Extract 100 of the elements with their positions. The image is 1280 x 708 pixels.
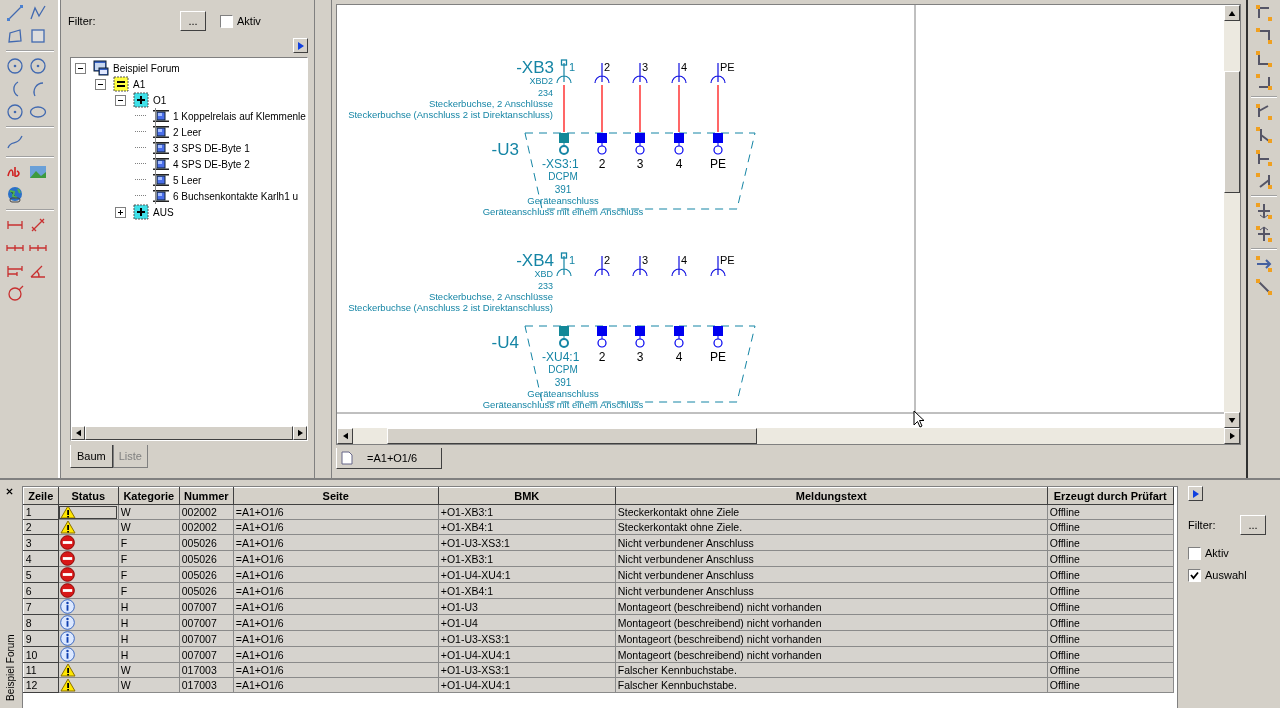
- horizontal-scrollbar[interactable]: [337, 428, 1240, 444]
- filter-button[interactable]: ...: [1240, 515, 1266, 535]
- plug-info: 233: [537, 281, 553, 291]
- collapse-button[interactable]: [75, 62, 86, 74]
- corner-connection-icon[interactable]: [1255, 73, 1273, 91]
- terminal-label: 3: [636, 157, 644, 171]
- line-icon[interactable]: [6, 4, 24, 22]
- expand-panel-button[interactable]: [293, 38, 308, 53]
- collapse-button[interactable]: [115, 94, 126, 106]
- device-tag: -U3: [491, 140, 519, 159]
- pin-label: 3: [642, 61, 649, 73]
- side-tab[interactable]: Beispiel Forum: [2, 628, 17, 708]
- tee-connection-icon[interactable]: [1255, 172, 1273, 190]
- terminal-label: 2: [598, 157, 606, 171]
- tree-item[interactable]: AUS: [152, 206, 175, 218]
- device-info: 391: [554, 184, 572, 195]
- warning-icon: [59, 505, 76, 519]
- circle-icon[interactable]: [29, 57, 47, 75]
- scroll-down-icon[interactable]: [1228, 417, 1236, 423]
- page-icon: [153, 156, 169, 172]
- tree-item[interactable]: 1 Koppelrelais auf Klemmenle: [172, 110, 307, 122]
- column-header[interactable]: Zeile: [23, 487, 59, 505]
- device-info: DCPM: [548, 171, 578, 182]
- error-icon: [59, 535, 75, 550]
- pin-label: 1: [569, 61, 576, 73]
- column-header[interactable]: BMK: [438, 487, 616, 505]
- corner-connection-icon[interactable]: [1255, 50, 1273, 68]
- diagonal-connection-icon[interactable]: [1255, 278, 1273, 296]
- column-header[interactable]: Meldungstext: [615, 487, 1048, 505]
- pin-label: 4: [681, 254, 688, 266]
- tree-item[interactable]: A1: [132, 78, 147, 90]
- arrow-connection-icon[interactable]: [1255, 255, 1273, 273]
- scroll-right-icon[interactable]: [1229, 432, 1235, 440]
- column-header[interactable]: Kategorie: [118, 487, 180, 505]
- scroll-thumb[interactable]: [387, 428, 757, 444]
- tree-item[interactable]: 6 Buchsenkontakte Karlh1 u: [172, 190, 300, 202]
- expand-panel-button[interactable]: [1188, 486, 1203, 501]
- corner-connection-icon[interactable]: [1255, 4, 1273, 22]
- circle-icon[interactable]: [6, 57, 24, 75]
- pin-label: 2: [604, 254, 611, 266]
- checkbox[interactable]: Aktiv: [1188, 542, 1280, 564]
- polygon-icon[interactable]: [6, 27, 24, 45]
- close-icon[interactable]: [6, 488, 14, 495]
- vertical-scrollbar[interactable]: [1224, 5, 1240, 428]
- globe-icon[interactable]: [6, 186, 24, 204]
- warning-icon: [59, 663, 76, 677]
- column-header[interactable]: Nummer: [179, 487, 234, 505]
- terminal-symbol: [635, 133, 645, 155]
- socket-pin-symbol: [556, 59, 572, 84]
- tee-connection-icon[interactable]: [1255, 149, 1273, 167]
- ellipse-icon[interactable]: [29, 103, 47, 121]
- socket-pin-symbol: [594, 255, 610, 277]
- column-header[interactable]: Status: [58, 487, 119, 505]
- scroll-left-icon[interactable]: [75, 429, 81, 437]
- tree-item[interactable]: Beispiel Forum: [112, 62, 181, 74]
- curve-icon[interactable]: [6, 133, 24, 151]
- error-icon: [59, 567, 75, 582]
- circle-icon[interactable]: [6, 103, 24, 121]
- terminal-label: 3: [636, 350, 644, 364]
- error-icon: [59, 583, 75, 598]
- scroll-left-icon[interactable]: [342, 432, 348, 440]
- pin-label: PE: [720, 254, 735, 266]
- tee-connection-icon[interactable]: [1255, 126, 1273, 144]
- tree-item[interactable]: 5 Leer: [172, 174, 203, 186]
- rectangle-icon[interactable]: [29, 27, 47, 45]
- filter-button[interactable]: ...: [180, 11, 206, 31]
- polyline-icon[interactable]: [29, 4, 47, 22]
- warning-icon: [59, 678, 76, 692]
- corner-connection-icon[interactable]: [1255, 27, 1273, 45]
- collapse-button[interactable]: [95, 78, 106, 90]
- checkbox[interactable]: Aktiv: [220, 14, 261, 28]
- checkbox[interactable]: Auswahl: [1188, 564, 1280, 586]
- diagonal-dimension-icon[interactable]: [29, 216, 47, 234]
- tree-item[interactable]: 4 SPS DE-Byte 2: [172, 158, 251, 170]
- socket-tag: -XS3:1: [542, 157, 579, 171]
- point-icon[interactable]: [6, 285, 24, 303]
- tree-item[interactable]: 3 SPS DE-Byte 1: [172, 142, 251, 154]
- terminal-label: PE: [710, 350, 726, 364]
- plug-info: XBD2: [529, 76, 553, 86]
- page-tab[interactable]: =A1+O1/6: [336, 448, 443, 469]
- socket-pin-symbol: [632, 255, 648, 277]
- plug-info: Steckerbuchse, 2 Anschlüsse: [428, 98, 553, 109]
- expand-button[interactable]: [115, 206, 126, 218]
- terminal-symbol: [559, 133, 569, 155]
- terminal-symbol: [635, 326, 645, 348]
- cross-connection-icon[interactable]: [1255, 225, 1273, 243]
- tab[interactable]: Baum: [70, 445, 113, 468]
- scroll-thumb[interactable]: [1224, 71, 1240, 193]
- column-header[interactable]: Seite: [233, 487, 439, 505]
- cross-connection-icon[interactable]: [1255, 202, 1273, 220]
- function-icon: [113, 76, 129, 92]
- tree-item[interactable]: 2 Leer: [172, 126, 203, 138]
- tree-item[interactable]: O1: [152, 94, 168, 106]
- scroll-right-icon[interactable]: [297, 429, 303, 437]
- column-header[interactable]: Erzeugt durch Prüfart: [1047, 487, 1174, 505]
- tee-connection-icon[interactable]: [1255, 103, 1273, 121]
- pin-label: 4: [681, 61, 688, 73]
- terminal-symbol: [674, 133, 684, 155]
- scroll-up-icon[interactable]: [1228, 10, 1236, 16]
- wire: [717, 84, 719, 133]
